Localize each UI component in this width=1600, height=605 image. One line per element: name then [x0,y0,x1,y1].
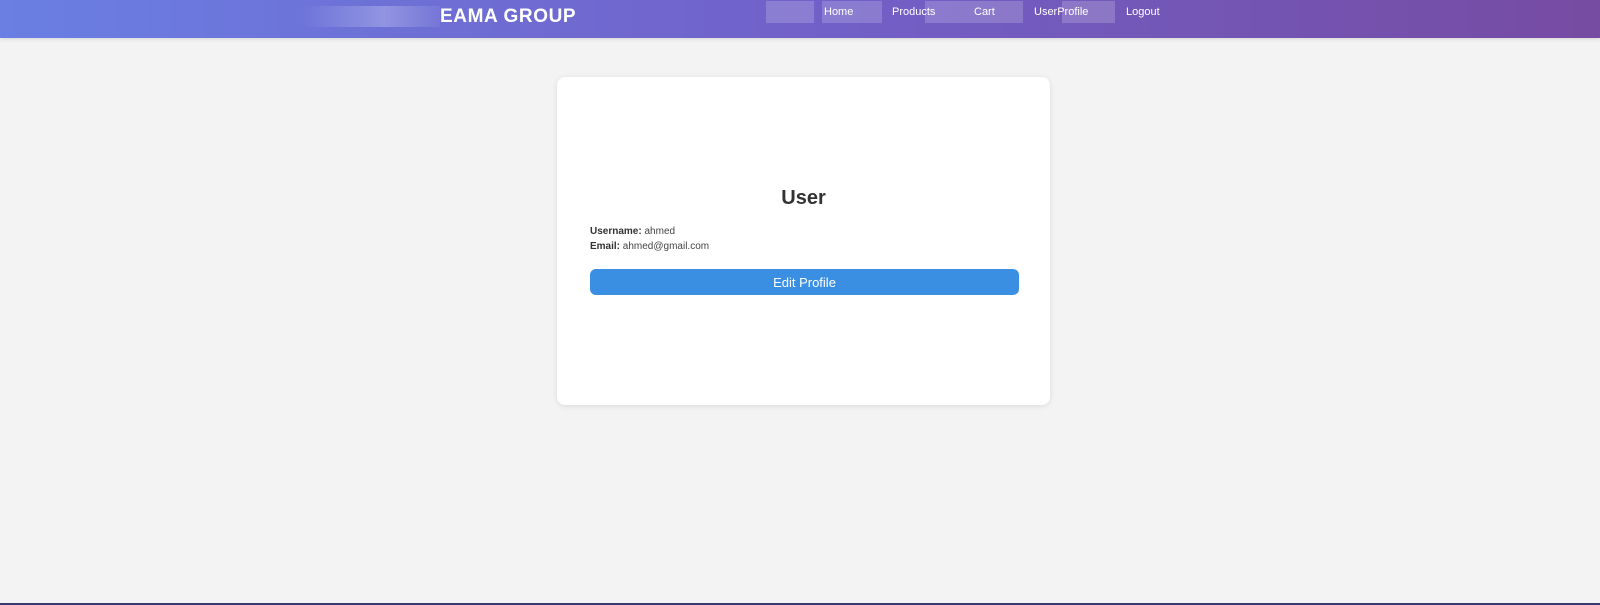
nav-link-home[interactable]: Home [824,6,853,18]
brand-glow-decoration [300,6,440,27]
nav-link-cart[interactable]: Cart [974,6,995,18]
username-label: Username: [590,226,642,237]
edit-profile-button[interactable]: Edit Profile [590,269,1019,295]
nav-glass-decoration [766,1,814,23]
email-label: Email: [590,241,621,252]
user-profile-card: User Username: ahmed Email: ahmed@gmail.… [557,77,1050,405]
nav-link-logout[interactable]: Logout [1126,6,1160,18]
top-navbar: EAMA GROUP Home Products Cart UserProfil… [0,0,1600,38]
brand-logo-text[interactable]: EAMA GROUP [440,6,576,28]
email-row: Email: ahmed@gmail.com [590,241,709,252]
username-row: Username: ahmed [590,226,675,237]
profile-title: User [781,187,826,209]
nav-link-products[interactable]: Products [892,6,935,18]
nav-link-userprofile[interactable]: UserProfile [1034,6,1088,18]
email-value: ahmed@gmail.com [622,241,710,252]
username-value: ahmed [644,226,676,237]
